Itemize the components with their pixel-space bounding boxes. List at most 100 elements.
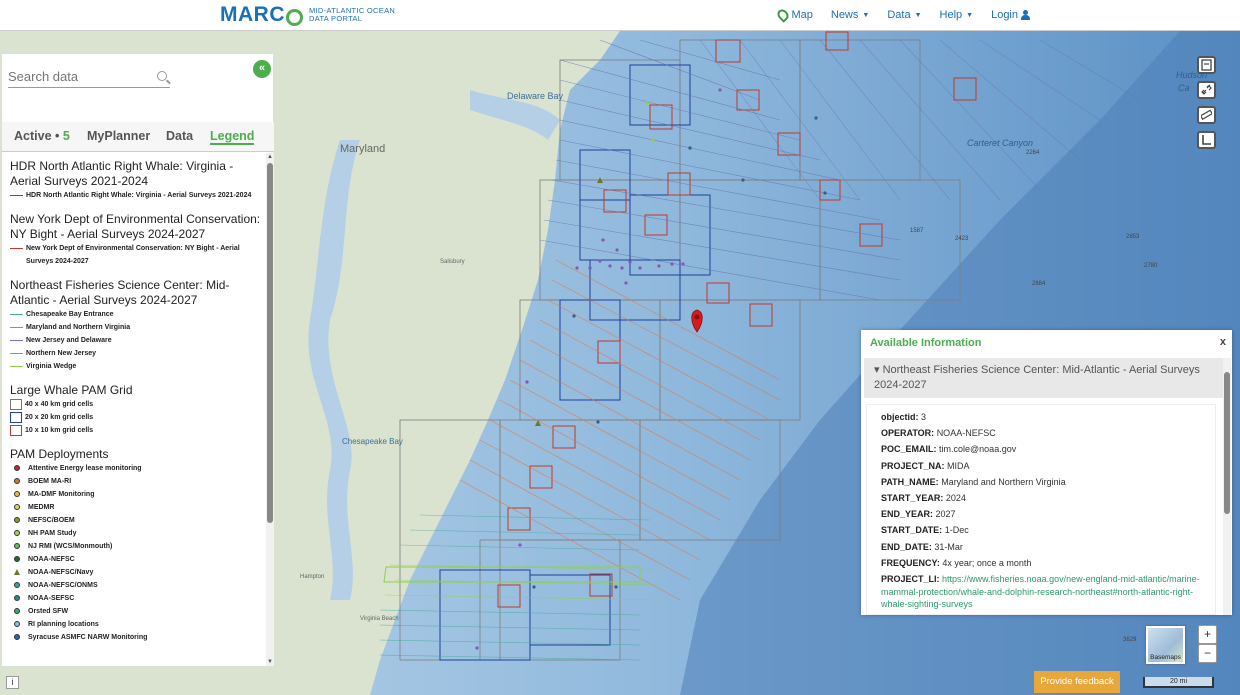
print-button[interactable] xyxy=(1197,56,1216,74)
legend-item: NJ RMI (WCS/Monmouth) xyxy=(10,540,264,553)
legend-group-title: PAM Deployments xyxy=(10,447,109,461)
legend-dot-icon xyxy=(14,478,20,484)
legend-item-label: NOAA-NEFSC/Navy xyxy=(28,569,94,576)
scrollbar-thumb[interactable] xyxy=(267,163,273,523)
legend-item: HDR North Atlantic Right Whale: Virginia… xyxy=(10,189,264,202)
legend-item-label: HDR North Atlantic Right Whale: Virginia… xyxy=(26,192,252,199)
field-key: FREQUENCY: xyxy=(881,557,940,568)
legend-item: NOAA-NEFSC/ONMS xyxy=(10,579,264,592)
field-value: 1-Dec xyxy=(944,525,969,536)
legend-item: Chesapeake Bay Entrance xyxy=(10,308,264,321)
legend-item-label: Chesapeake Bay Entrance xyxy=(26,311,114,318)
nav-news[interactable]: News ▼ xyxy=(831,9,869,21)
share-link-button[interactable] xyxy=(1197,81,1216,99)
nav-help[interactable]: Help ▼ xyxy=(940,9,974,21)
label-depth: 2884 xyxy=(1032,281,1046,287)
nav-map[interactable]: Map xyxy=(775,7,813,23)
legend-dot-icon xyxy=(14,530,20,536)
tab-myplanner[interactable]: MyPlanner xyxy=(87,129,150,143)
field-value: 3 xyxy=(921,412,927,422)
legend-item-label: BOEM MA-RI xyxy=(28,478,72,485)
info-popup: Available Information x ▾ Northeast Fish… xyxy=(861,330,1232,615)
legend-item: Attentive Energy lease monitoring xyxy=(10,462,264,475)
legend-dot-icon xyxy=(14,608,20,614)
popup-field: DATE_SUBMI: Wed, Jul 10 2024 xyxy=(881,611,1215,615)
legend-group-title: HDR North Atlantic Right Whale: Virginia… xyxy=(10,159,234,188)
label-virginia-beach: Virginia Beach xyxy=(360,616,399,622)
zoom-out-button[interactable]: − xyxy=(1198,644,1217,663)
popup-field-link: PROJECT_LI: https://www.fisheries.noaa.g… xyxy=(881,571,1215,611)
legend-item-label: Syracuse ASMFC NARW Monitoring xyxy=(28,634,148,641)
legend-item: Syracuse ASMFC NARW Monitoring xyxy=(10,631,264,644)
legend-item-label: New York Dept of Environmental Conservat… xyxy=(26,245,240,265)
legend-item-label: MA-DMF Monitoring xyxy=(28,491,95,498)
legend-item: Northern New Jersey xyxy=(10,347,264,360)
tab-legend[interactable]: Legend xyxy=(210,129,255,145)
field-value: Maryland and Northern Virginia xyxy=(941,476,1066,487)
legend-group-title: New York Dept of Environmental Conservat… xyxy=(10,212,261,241)
legend-item-label: NEFSC/BOEM xyxy=(28,517,75,524)
collapse-panel-button[interactable]: « xyxy=(253,60,271,78)
field-value: 2024 xyxy=(945,493,966,504)
legend-item: MA-DMF Monitoring xyxy=(10,488,264,501)
label-maryland: Maryland xyxy=(340,143,385,155)
basemaps-label: Basemaps xyxy=(1150,654,1181,661)
search-input[interactable] xyxy=(8,66,153,84)
legend-item: NOAA-NEFSC/Navy xyxy=(10,566,264,579)
search-icon[interactable] xyxy=(157,71,167,81)
ruler-icon xyxy=(1201,109,1212,121)
logo-subtitle: Mid-Atlantic Ocean Data Portal xyxy=(309,6,396,23)
logo-wordmark: MARC xyxy=(220,3,285,26)
label-depth: 3629 xyxy=(1123,637,1137,643)
draw-button[interactable] xyxy=(1197,131,1216,149)
popup-field: FREQUENCY: 4x year; once a month xyxy=(881,555,1215,571)
legend-scrollbar[interactable]: ▲ ▼ xyxy=(266,153,274,666)
zoom-in-button[interactable]: + xyxy=(1198,625,1217,644)
legend-item-label: Attentive Energy lease monitoring xyxy=(28,465,142,472)
legend-item-label: New Jersey and Delaware xyxy=(26,337,112,344)
legend-box-swatch xyxy=(10,412,22,423)
popup-field: OPERATOR: NOAA-NEFSC xyxy=(881,425,1215,441)
close-icon[interactable]: x xyxy=(1220,336,1226,348)
legend-item-label: NOAA-NEFSC xyxy=(28,556,75,563)
scroll-up-icon[interactable]: ▲ xyxy=(267,154,273,160)
tab-data[interactable]: Data xyxy=(166,129,193,143)
field-key: objectid: xyxy=(881,412,919,422)
legend-dot-icon xyxy=(14,504,20,510)
panel-tabs: Active • 5 MyPlanner Data Legend xyxy=(2,122,274,152)
legend-item-label: RI planning locations xyxy=(28,621,99,628)
logo-pin-icon xyxy=(286,8,303,26)
label-delaware-bay: Delaware Bay xyxy=(507,91,564,101)
label-salisbury: Salisbury xyxy=(440,259,465,265)
legend-item: 10 x 10 km grid cells xyxy=(10,424,264,437)
legend-item: 40 x 40 km grid cells xyxy=(10,398,264,411)
marco-logo[interactable]: MARC Mid-Atlantic Ocean Data Portal xyxy=(220,3,395,27)
label-ca: Ca xyxy=(1178,83,1190,93)
legend-item: MEDMR xyxy=(10,501,264,514)
info-icon[interactable]: i xyxy=(6,676,19,689)
tab-active[interactable]: Active • 5 xyxy=(14,129,70,143)
field-key: OPERATOR: xyxy=(881,428,935,439)
provide-feedback-button[interactable]: Provide feedback xyxy=(1034,671,1120,693)
popup-title: Available Information xyxy=(870,337,982,349)
field-value: 2027 xyxy=(935,509,956,520)
corner-icon xyxy=(1202,135,1211,145)
legend-line-swatch xyxy=(10,195,23,196)
legend-item-label: Northern New Jersey xyxy=(26,350,97,357)
scrollbar-thumb[interactable] xyxy=(1224,372,1230,514)
legend-box-swatch xyxy=(10,399,22,410)
legend-dot-icon xyxy=(14,517,20,523)
search-box xyxy=(8,66,170,88)
popup-scrollbar[interactable] xyxy=(1223,358,1231,615)
scroll-down-icon[interactable]: ▼ xyxy=(267,659,273,665)
label-depth: 2264 xyxy=(1026,150,1040,156)
popup-section-header[interactable]: ▾ Northeast Fisheries Science Center: Mi… xyxy=(864,358,1223,398)
legend-item: RI planning locations xyxy=(10,618,264,631)
nav-login[interactable]: Login xyxy=(991,9,1030,21)
label-depth: 2423 xyxy=(955,236,969,242)
legend-item-label: NOAA-SEFSC xyxy=(28,595,75,602)
popup-field: START_DATE: 1-Dec xyxy=(881,522,1215,538)
basemaps-button[interactable]: Basemaps xyxy=(1146,626,1185,664)
measure-button[interactable] xyxy=(1197,106,1216,124)
nav-data[interactable]: Data ▼ xyxy=(887,9,921,21)
